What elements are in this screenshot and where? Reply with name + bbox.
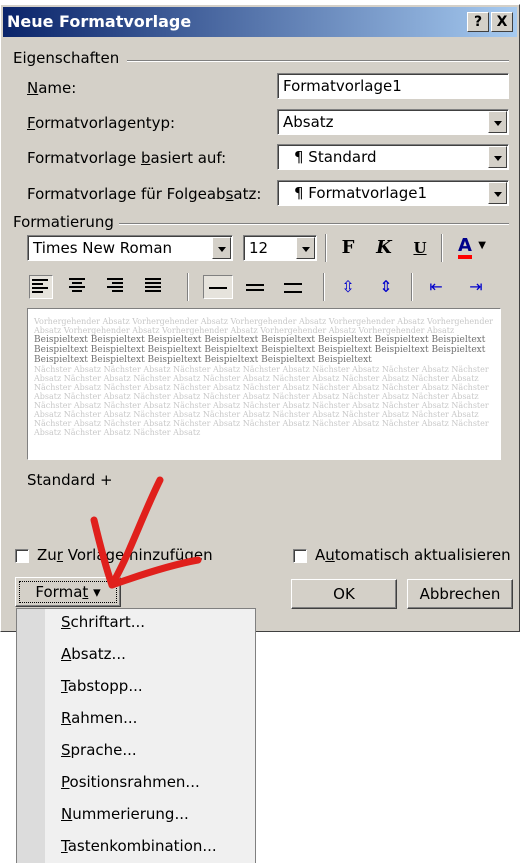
menu-item-rahmen[interactable]: Rahmen...	[61, 709, 137, 727]
menu-item-sprache[interactable]: Sprache...	[61, 741, 137, 759]
menu-icon-strip	[17, 609, 45, 863]
menu-item-nummerierung[interactable]: Nummerierung...	[61, 805, 189, 823]
menu-item-absatz[interactable]: Absatz...	[61, 645, 126, 663]
menu-item-positionsrahmen[interactable]: Positionsrahmen...	[61, 773, 200, 791]
menu-item-schriftart[interactable]: Schriftart...	[61, 613, 145, 631]
menu-item-tabstopp[interactable]: Tabstopp...	[61, 677, 143, 695]
format-dropdown-menu: Schriftart... Absatz... Tabstopp... Rahm…	[16, 608, 256, 863]
menu-item-tastenkombination[interactable]: Tastenkombination...	[61, 837, 217, 855]
